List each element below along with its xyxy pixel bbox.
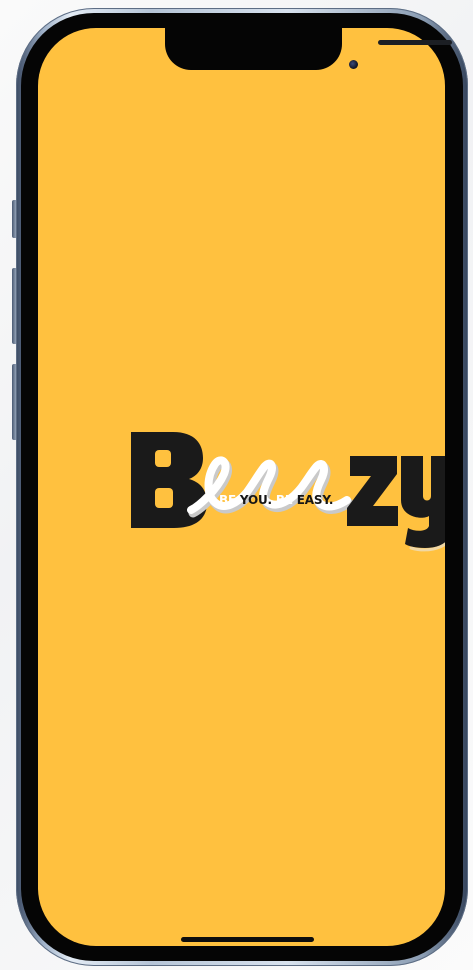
tagline-part-4: EASY. — [296, 493, 334, 507]
device-stage: BE YOU. BE EASY. — [0, 0, 473, 970]
tagline-part-1: BE — [219, 493, 240, 507]
camera-notch — [165, 22, 452, 70]
tagline-part-2: YOU. — [239, 493, 272, 507]
brand-logo — [131, 432, 445, 552]
front-camera-icon — [349, 60, 358, 69]
logo-letter-y — [401, 456, 445, 552]
earpiece-speaker — [378, 40, 452, 45]
logo-letter-z — [347, 456, 398, 526]
brand-tagline: BE YOU. BE EASY. — [219, 493, 333, 507]
home-indicator[interactable] — [181, 937, 314, 942]
splash-screen — [38, 28, 445, 946]
tagline-part-3: BE — [271, 493, 297, 507]
